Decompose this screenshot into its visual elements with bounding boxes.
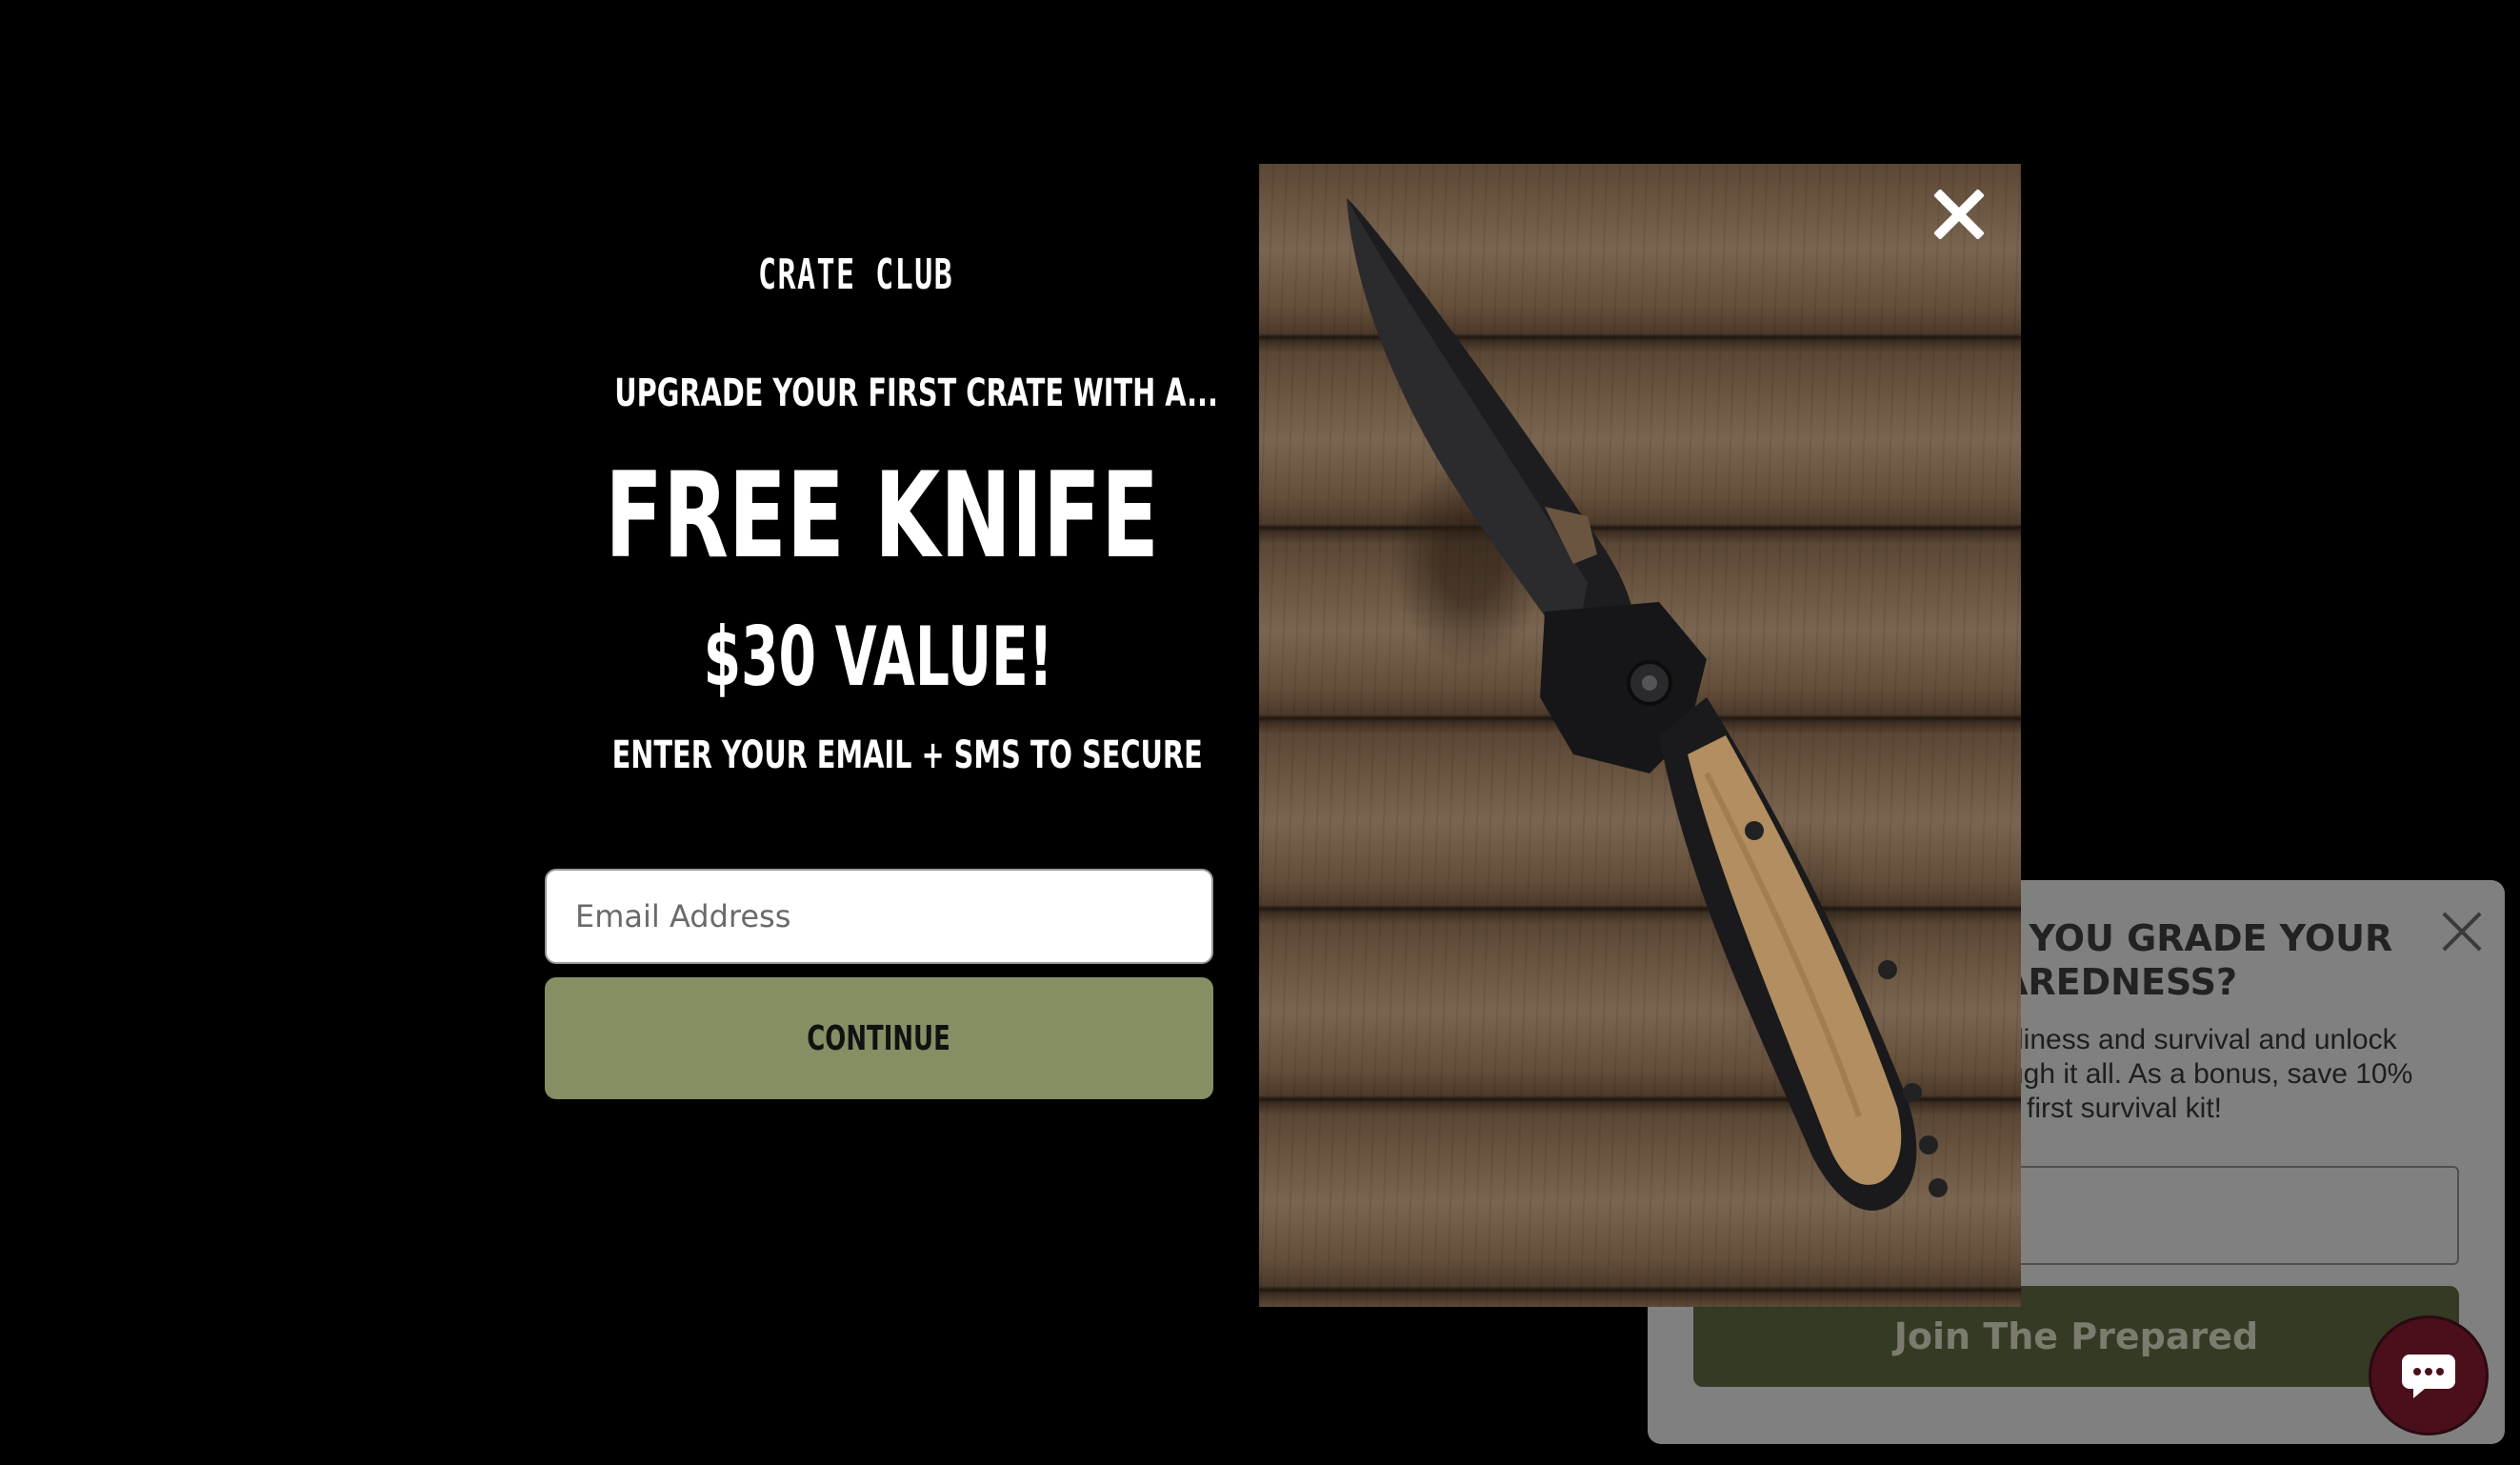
value-text: $30 VALUE!	[497, 610, 1259, 705]
survey-body-line-1: diness and survival and unlock	[2008, 1024, 2397, 1055]
chat-launcher-button[interactable]	[2371, 1318, 2486, 1433]
survey-title-line-1: O YOU GRADE YOUR	[1986, 917, 2393, 959]
survey-close-icon[interactable]	[2440, 910, 2484, 953]
modal-close-icon[interactable]	[1931, 187, 1987, 242]
continue-label: CONTINUE	[807, 1018, 951, 1058]
free-knife-modal: CRATE CLUB UPGRADE YOUR FIRST CRATE WITH…	[497, 164, 2021, 1307]
instruction-text: ENTER YOUR EMAIL + SMS TO SECURE	[497, 733, 1259, 777]
survey-body-line-3: first survival kit!	[2027, 1093, 2223, 1124]
value-label: $30 VALUE!	[703, 610, 1053, 705]
survey-title-line-2: AREDNESS?	[2000, 961, 2238, 1003]
survey-body-line-2: ugh it all. As a bonus, save 10%	[2008, 1058, 2413, 1090]
instruction-label: ENTER YOUR EMAIL + SMS TO SECURE	[611, 733, 1203, 777]
modal-form-panel: CRATE CLUB UPGRADE YOUR FIRST CRATE WITH…	[497, 164, 1259, 1307]
email-address-input[interactable]	[545, 869, 1213, 964]
brand-name: CRATE CLUB	[758, 250, 954, 299]
continue-button[interactable]: CONTINUE	[545, 977, 1213, 1099]
headline: FREE KNIFE	[497, 450, 1259, 583]
eyebrow-text: UPGRADE YOUR FIRST CRATE WITH A...	[497, 371, 1259, 415]
folding-knife-image	[1347, 198, 1948, 1211]
eyebrow-label: UPGRADE YOUR FIRST CRATE WITH A...	[614, 371, 1218, 415]
chat-icon	[2402, 1355, 2455, 1398]
headline-label: FREE KNIFE	[605, 448, 1160, 585]
knife-product-image	[1259, 164, 2021, 1307]
crate-club-logo: CRATE CLUB	[750, 240, 1017, 309]
